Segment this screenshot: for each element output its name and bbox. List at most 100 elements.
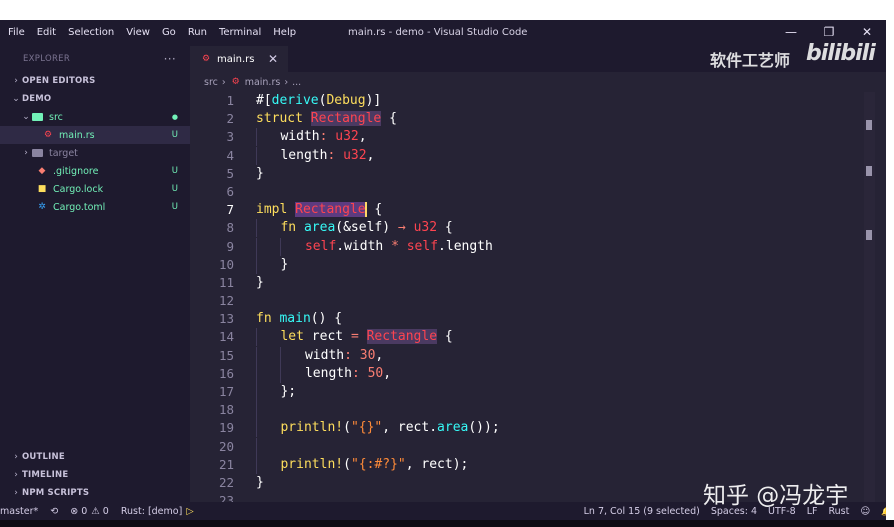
indent-guide (256, 383, 257, 401)
tree-item-label: src (49, 111, 63, 123)
breadcrumb-folder[interactable]: src (204, 77, 218, 88)
token: fn (280, 220, 297, 236)
tab-main-rs[interactable]: ⚙ main.rs ✕ (190, 46, 288, 72)
chevron-right-icon: › (14, 488, 18, 498)
close-icon[interactable]: ✕ (268, 52, 278, 66)
run-icon[interactable]: ▷ (186, 506, 193, 517)
code-line: 10 } (190, 255, 875, 274)
indent-guide (280, 237, 282, 256)
tree-item-label: target (49, 147, 78, 159)
demo-label: DEMO (22, 94, 52, 104)
menu-terminal[interactable]: Terminal (213, 27, 267, 39)
rust-status[interactable]: Rust: [demo] (121, 506, 182, 517)
tree-item-target[interactable]: › target (0, 144, 190, 162)
token: println! (280, 420, 344, 436)
token: "{:#?}" (350, 456, 406, 472)
warnings-count[interactable]: ⚠ 0 (91, 506, 109, 517)
line-number: 10 (218, 256, 234, 272)
token: u32 (335, 129, 359, 145)
lock-icon: ■ (37, 183, 47, 194)
tree-item-main-rs[interactable]: ⚙ main.rs U (0, 126, 190, 144)
code-line: 12 (190, 292, 875, 310)
line-number: 17 (218, 384, 234, 399)
indent-guide (256, 255, 257, 274)
code-line: 20 (190, 437, 875, 456)
cursor-position[interactable]: Ln 7, Col 15 (9 selected) (584, 506, 700, 517)
tree-item-cargo-toml[interactable]: ✲ Cargo.toml U (0, 198, 190, 216)
menu-go[interactable]: Go (156, 27, 182, 39)
menu-run[interactable]: Run (182, 27, 213, 39)
sync-icon[interactable]: ⟲ (50, 506, 58, 517)
token: 50 (367, 365, 384, 381)
code-text: } (256, 165, 264, 183)
section-npm-scripts[interactable]: › NPM SCRIPTS (0, 484, 190, 502)
vscode-window: File Edit Selection View Go Run Terminal… (0, 20, 886, 520)
token: rect); (413, 456, 469, 472)
indent-guide (256, 219, 257, 238)
line-number: 4 (226, 147, 234, 163)
tree-item-src[interactable]: ⌄ src ● (0, 108, 190, 126)
code-text: println!("{}", rect.area()); (256, 419, 500, 438)
window-title: main.rs - demo - Visual Studio Code (348, 27, 528, 38)
code-text: length: 50, (256, 364, 392, 383)
token: = (350, 329, 359, 345)
tree-item-gitignore[interactable]: ◆ .gitignore U (0, 162, 190, 180)
code-text: } (256, 474, 264, 492)
code-line: 9 self.width * self.length (190, 237, 875, 256)
menu-selection[interactable]: Selection (62, 27, 120, 39)
token: } (256, 274, 264, 290)
section-timeline[interactable]: › TIMELINE (0, 466, 190, 484)
token: , (382, 420, 391, 436)
code-text: }; (256, 383, 296, 401)
token: , (383, 365, 392, 381)
token: area (303, 220, 336, 236)
errors-count[interactable]: ⊗ 0 (70, 506, 87, 517)
token: { (381, 111, 397, 127)
code-editor[interactable]: 1 #[derive(Debug)] 2 struct Rectangle { 3 … (190, 92, 875, 502)
menu-help[interactable]: Help (267, 27, 302, 39)
zhihu-watermark: 知乎 @冯龙宇 (703, 483, 849, 509)
code-line: 16 length: 50, (190, 364, 875, 383)
code-text: width: 30, (256, 346, 383, 365)
chevron-right-icon: › (14, 76, 18, 86)
outline-label: OUTLINE (22, 452, 65, 462)
close-window-button[interactable]: ✕ (848, 23, 886, 41)
tree-item-cargo-lock[interactable]: ■ Cargo.lock U (0, 180, 190, 198)
token: )] (365, 93, 382, 108)
code-line: 8 fn area(&self) → u32 { (190, 219, 875, 238)
code-line: 13 fn main() { (190, 310, 875, 328)
tree-item-label: main.rs (59, 129, 95, 141)
section-outline[interactable]: › OUTLINE (0, 448, 190, 466)
minimize-button[interactable]: — (772, 23, 810, 41)
tab-label: main.rs (217, 53, 255, 65)
token: } (256, 165, 264, 181)
rust-file-icon: ⚙ (231, 76, 240, 87)
section-demo[interactable]: ⌄ DEMO (0, 90, 190, 108)
code-text: struct Rectangle { (256, 110, 397, 128)
branch-status[interactable]: master* (0, 506, 38, 517)
indent-guide (256, 128, 257, 147)
token: (&self) (335, 220, 391, 236)
menu-view[interactable]: View (120, 27, 156, 39)
token: 30 (359, 347, 376, 363)
maximize-button[interactable]: ❐ (810, 23, 848, 41)
editor-scrollbar[interactable] (864, 92, 875, 502)
menu-file[interactable]: File (2, 27, 31, 39)
line-number: 14 (218, 329, 234, 345)
gear-icon: ✲ (38, 201, 46, 212)
chevron-down-icon: ⌄ (22, 112, 30, 122)
bell-icon[interactable]: 🔔 (881, 507, 886, 516)
breadcrumb-more[interactable]: ... (292, 77, 301, 88)
token: #[ (256, 93, 272, 108)
token: () (310, 311, 327, 327)
feedback-icon[interactable]: ☺ (860, 506, 870, 517)
token: struct (256, 111, 303, 127)
breadcrumb-file[interactable]: main.rs (245, 77, 281, 88)
section-open-editors[interactable]: › OPEN EDITORS (0, 72, 190, 90)
git-icon: ◆ (38, 165, 46, 176)
more-actions-icon[interactable]: ··· (164, 52, 176, 66)
line-number: 1 (226, 93, 234, 108)
indent-guide (256, 419, 257, 438)
code-line: 15 width: 30, (190, 346, 875, 365)
menu-edit[interactable]: Edit (31, 27, 62, 39)
